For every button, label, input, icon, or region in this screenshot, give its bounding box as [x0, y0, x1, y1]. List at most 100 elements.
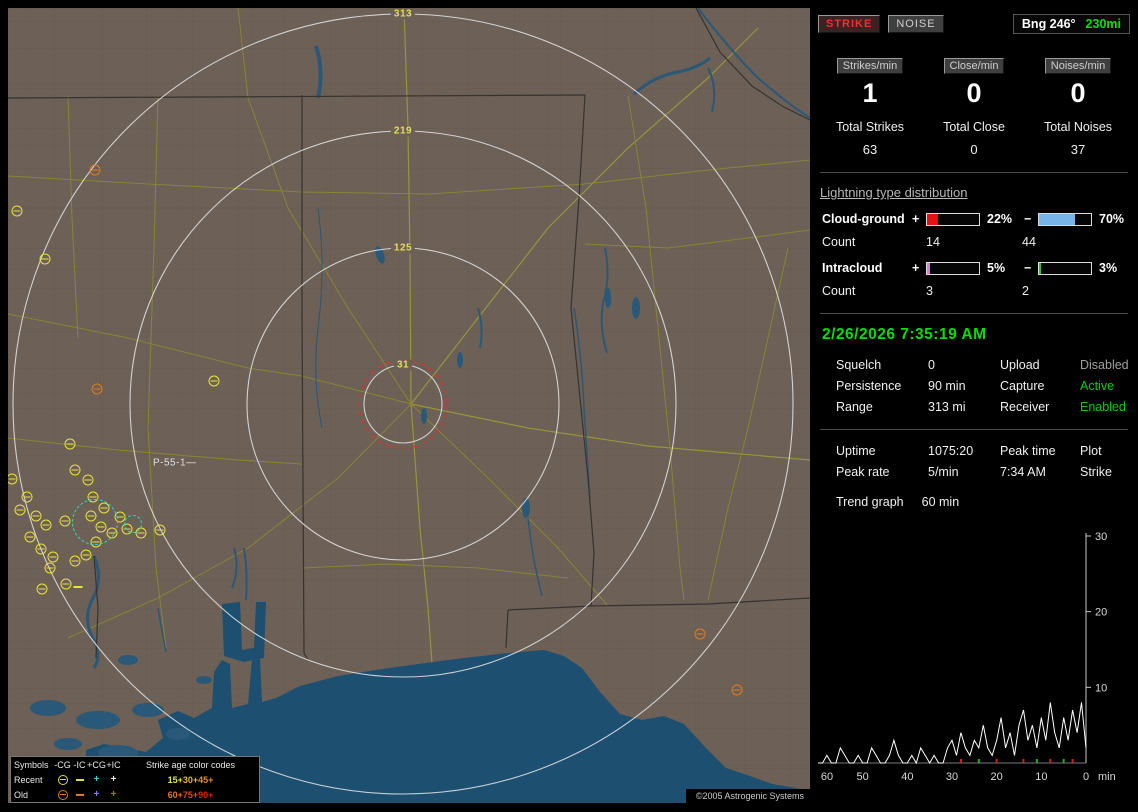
strike-marker-recent: [60, 516, 71, 527]
strike-marker-recent: [22, 492, 33, 503]
map-legend: Symbols-CG-IC+CG+ICStrike age color code…: [10, 756, 260, 803]
strike-marker-recent: [41, 520, 52, 531]
strike-overlay: 31321912531P-55-1—: [8, 8, 810, 803]
close-per-min-button[interactable]: Close/min: [944, 58, 1005, 74]
strike-marker-recent: [15, 505, 26, 516]
receiver-status: Enabled: [1080, 400, 1130, 414]
y-tick-label: 10: [1095, 682, 1107, 694]
lightning-map[interactable]: 31321912531P-55-1— Symbols-CG-IC+CG+ICSt…: [8, 8, 810, 803]
noises-per-min-value: 0: [1070, 78, 1085, 108]
positive-strike-icon: +: [94, 776, 100, 784]
age-code: 90+: [198, 790, 213, 800]
storm-cell-label: P-55-1—: [153, 458, 197, 469]
ic-positive-pct: 5%: [982, 261, 1024, 275]
range-ring-label: 219: [391, 126, 415, 137]
bearing-panel: Bng 246° 230mi: [1013, 14, 1130, 34]
positive-strike-icon: +: [94, 791, 100, 799]
divider: [820, 172, 1128, 173]
copyright: ©2005 Astrogenic Systems: [686, 789, 810, 803]
legend-age-cells: 15+30+45+: [122, 775, 259, 785]
total-strikes-value: 63: [863, 142, 877, 157]
strike-marker-recent: [70, 556, 81, 567]
noise-mode-button[interactable]: NOISE: [888, 15, 943, 33]
plot-value: Strike: [1080, 465, 1130, 479]
strike-marker-recent: [48, 552, 59, 563]
strike-marker-recent: [40, 254, 51, 265]
legend-symbol-cell: +: [105, 776, 122, 784]
positive-strike-icon: +: [111, 776, 117, 784]
legend-age-title: Strike age color codes: [122, 760, 259, 770]
mode-toolbar: STRIKE NOISE Bng 246° 230mi: [818, 14, 1130, 34]
uptime-value: 1075:20: [928, 444, 1000, 458]
legend-row-label: Recent: [11, 775, 54, 785]
strike-marker-recent: [65, 439, 76, 450]
legend-symbol-cell: [54, 790, 71, 800]
total-noises-value: 37: [1071, 142, 1085, 157]
legend-symbol-cell: +: [105, 791, 122, 799]
cg-negative-pct: 70%: [1094, 212, 1136, 226]
trend-trace: [818, 703, 1086, 764]
legend-symbol-cell: +: [88, 776, 105, 784]
peak-time-value: 7:34 AM: [1000, 465, 1080, 479]
x-tick-label: 30: [946, 771, 958, 783]
strike-marker-old: [732, 685, 743, 696]
stats-grid: Uptime 1075:20 Peak time Plot Peak rate …: [836, 444, 1130, 479]
trend-chart-wrap: 3020106050403020100min: [818, 531, 1130, 794]
strike-marker-recent: [70, 465, 81, 476]
total-close-value: 0: [970, 142, 977, 157]
peak-rate-value: 5/min: [928, 465, 1000, 479]
strikes-per-min-button[interactable]: Strikes/min: [837, 58, 903, 74]
cg-negative-bar: [1038, 213, 1092, 226]
strike-marker-old: [90, 165, 101, 176]
legend-symbol-cell: [71, 794, 88, 796]
receiver-label: Receiver: [1000, 400, 1080, 414]
rates-row: Strikes/min 1 Total Strikes 63 Close/min…: [818, 58, 1130, 157]
ic-strike-icon: [76, 794, 84, 796]
uptime-label: Uptime: [836, 444, 928, 458]
close-per-min-value: 0: [966, 78, 981, 108]
trend-window-value: 60 min: [922, 495, 960, 509]
storm-cell-ring: [124, 515, 142, 533]
strike-marker-recent: [61, 579, 72, 590]
ic-strike-icon: [76, 779, 84, 781]
plus-sign: +: [912, 261, 926, 275]
cg-positive-count: 14: [926, 235, 1022, 249]
x-tick-label: 50: [857, 771, 869, 783]
ic-negative-bar: [1038, 262, 1092, 275]
strike-marker-recent: [37, 584, 48, 595]
upload-status: Disabled: [1080, 358, 1130, 372]
plot-label: Plot: [1080, 444, 1130, 458]
x-tick-label: 0: [1083, 771, 1089, 783]
bearing-value: Bng 246°: [1022, 17, 1076, 31]
cg-negative-count: 44: [1022, 235, 1130, 249]
peak-rate-label: Peak rate: [836, 465, 928, 479]
legend-symbol-cell: [71, 779, 88, 781]
upload-label: Upload: [1000, 358, 1080, 372]
age-code: 75+: [183, 790, 198, 800]
strike-marker-recent: [209, 376, 220, 387]
legend-col-header: +CG: [88, 760, 105, 770]
positive-strike-icon: +: [111, 791, 117, 799]
legend-header-row: Symbols-CG-IC+CG+ICStrike age color code…: [11, 757, 259, 772]
cloud-ground-row: Cloud-ground + 22% − 70%: [822, 212, 1130, 226]
squelch-label: Squelch: [836, 358, 928, 372]
datetime-display: 2/26/2026 7:35:19 AM: [822, 326, 1130, 344]
y-tick-label: 30: [1095, 531, 1107, 543]
ic-negative-pct: 3%: [1094, 261, 1136, 275]
plus-sign: +: [912, 212, 926, 226]
distribution-title: Lightning type distribution: [820, 185, 1128, 200]
strike-mode-button[interactable]: STRIKE: [818, 15, 880, 33]
legend-row: Recent + +15+30+45+: [11, 772, 259, 787]
count-label: Count: [822, 235, 926, 249]
x-unit-label: min: [1098, 771, 1116, 783]
divider: [820, 429, 1128, 430]
minus-sign: −: [1024, 212, 1038, 226]
legend-col-header: -IC: [71, 760, 88, 770]
age-code: 30+: [183, 775, 198, 785]
intracloud-row: Intracloud + 5% − 3%: [822, 261, 1130, 275]
ic-strike-marker: [74, 586, 83, 588]
trend-graph-label: Trend graph: [836, 495, 904, 509]
noises-per-min-button[interactable]: Noises/min: [1045, 58, 1111, 74]
capture-label: Capture: [1000, 379, 1080, 393]
squelch-value: 0: [928, 358, 1000, 372]
